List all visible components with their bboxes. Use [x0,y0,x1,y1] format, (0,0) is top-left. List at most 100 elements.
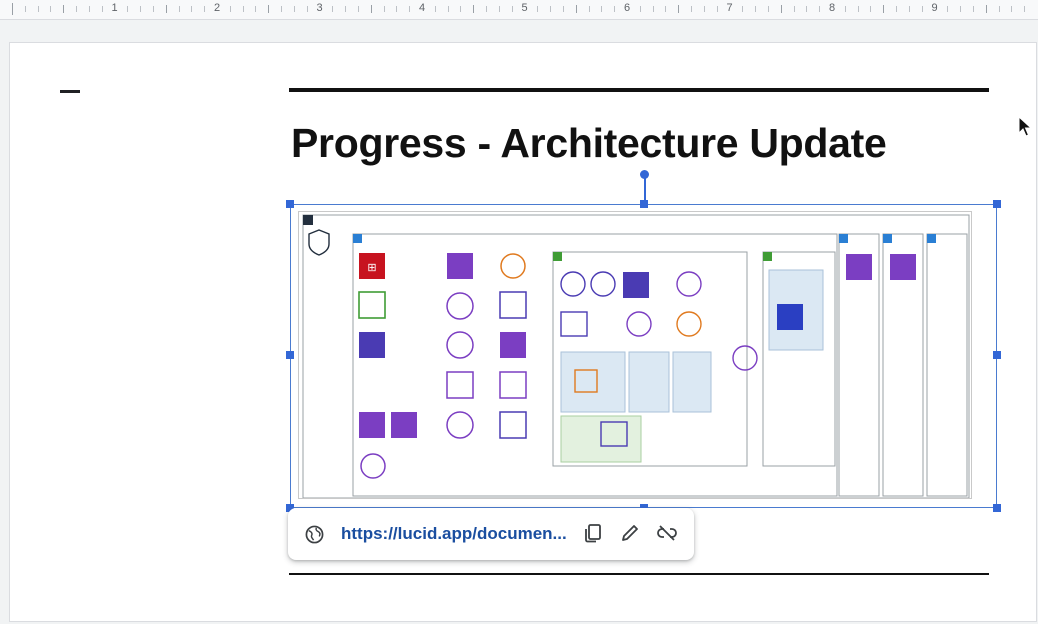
mouse-pointer-icon [1018,115,1033,143]
ruler-tick [844,6,846,12]
top-divider-line[interactable] [289,88,989,92]
ruler-tick [486,6,488,12]
resize-handle-top-left[interactable] [286,200,294,208]
ruler-tick [268,5,270,13]
ruler-tick [345,6,347,12]
ruler-tick [255,6,257,12]
ruler-number: 7 [726,2,733,14]
ruler-tick [12,3,13,15]
ruler-tick [780,5,782,13]
ruler-tick [998,6,1000,12]
ruler-tick [242,6,244,12]
ruler-number: 5 [521,2,528,14]
link-url[interactable]: https://lucid.app/documen... [341,524,567,544]
resize-handle-top[interactable] [640,200,648,208]
ruler-tick [614,6,616,12]
ruler-tick [883,5,885,13]
ruler-tick [755,6,757,12]
ruler-tick [1024,6,1026,12]
ruler-tick [24,6,26,12]
pencil-icon[interactable] [619,522,643,546]
resize-handle-bottom-right[interactable] [993,504,1001,512]
copy-icon[interactable] [582,522,606,546]
ruler-tick [140,6,142,12]
ruler-tick [460,6,462,12]
ruler-tick [742,6,744,12]
ruler-tick [550,6,552,12]
ruler-tick [281,6,283,12]
globe-icon [305,525,324,549]
ruler-tick [896,6,898,12]
ruler-tick [473,5,475,13]
ruler-tick [396,6,398,12]
ruler-tick [204,6,206,12]
ruler-number: 6 [624,2,631,14]
ruler-tick [409,6,411,12]
ruler-tick [652,6,654,12]
rotation-handle[interactable] [640,170,649,179]
unlink-icon[interactable] [656,522,680,546]
ruler-tick [588,6,590,12]
ruler-tick [972,6,974,12]
ruler-tick [88,6,90,12]
ruler-tick [332,6,334,12]
bottom-divider-line[interactable] [289,573,989,575]
horizontal-ruler[interactable]: 1 2 3 4 5 6 7 8 9 [0,0,1038,20]
ruler-tick [870,6,872,12]
resize-handle-top-right[interactable] [993,200,1001,208]
ruler-tick [665,6,667,12]
ruler-tick [947,6,949,12]
ruler-tick [434,6,436,12]
ruler-tick [152,6,154,12]
ruler-tick [1011,6,1013,12]
ruler-tick [703,6,705,12]
ruler-tick [447,6,449,12]
ruler-tick [819,6,821,12]
ruler-tick [908,6,910,12]
ruler-tick [537,6,539,12]
link-preview-popup: https://lucid.app/documen... [288,508,694,560]
ruler-tick [960,6,962,12]
ruler-tick [357,6,359,12]
ruler-tick [383,6,385,12]
ruler-tick [985,5,987,13]
image-selection-frame [290,204,997,508]
ruler-tick [306,6,308,12]
ruler-tick [691,6,693,12]
ruler-tick [191,6,193,12]
ruler-tick [50,6,52,12]
ruler-tick [127,6,129,12]
ruler-tick [511,6,513,12]
ruler-tick [793,6,795,12]
ruler-number: 3 [316,2,323,14]
slide-title[interactable]: Progress - Architecture Update [291,120,887,167]
ruler-tick [575,5,577,13]
decorative-dash [60,90,80,93]
ruler-tick [562,6,564,12]
ruler-tick [857,6,859,12]
ruler-number: 2 [214,2,221,14]
ruler-tick [370,5,372,13]
ruler-tick [601,6,603,12]
ruler-tick [76,6,78,12]
ruler-tick [229,6,231,12]
ruler-tick [921,6,923,12]
ruler-tick [101,6,103,12]
ruler-number: 4 [419,2,426,14]
ruler-tick [767,6,769,12]
resize-handle-right[interactable] [993,351,1001,359]
ruler-tick [293,6,295,12]
ruler-tick [498,6,500,12]
resize-handle-left[interactable] [286,351,294,359]
ruler-tick [806,6,808,12]
ruler-number: 9 [931,2,938,14]
ruler-tick [37,6,39,12]
ruler-tick [678,5,680,13]
ruler-number: 8 [829,2,836,14]
ruler-tick [165,5,167,13]
ruler-tick [716,6,718,12]
ruler-tick [178,6,180,12]
ruler-tick [639,6,641,12]
ruler-number: 1 [111,2,118,14]
ruler-tick [63,5,65,13]
